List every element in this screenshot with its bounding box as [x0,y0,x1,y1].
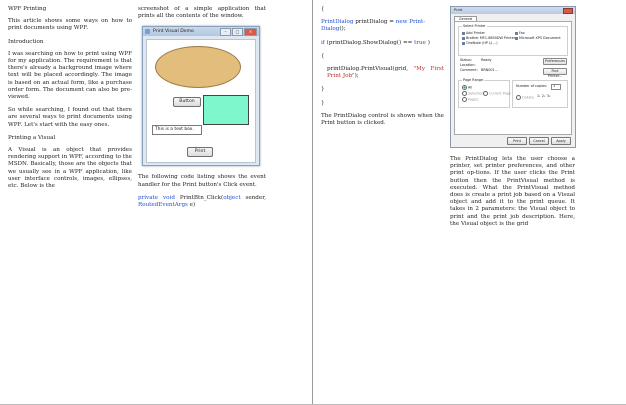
left-page: WPF Printing This article shows some way… [0,0,312,405]
code-text: (printDialog.ShowDialog() [326,39,402,46]
minimize-icon[interactable]: – [220,28,231,37]
printer-list-item[interactable]: Microsoft XPS Document [515,36,561,40]
left-page-column-1: WPF Printing This article shows some way… [8,6,132,196]
printer-list-item[interactable]: Add Printer [462,31,485,35]
code-type: PrintDialog [321,19,354,26]
app-icon [145,29,150,35]
code-text: ); [354,73,359,80]
radio-current-page[interactable]: Current Page [483,91,511,96]
code-handler-signature: private void PrintBtn_Click(object sende… [138,195,266,209]
paragraph-requirement: I was searching on how to print using WP… [8,50,132,101]
printer-list-item[interactable]: Brother MFC-8890DW Printer [462,36,515,40]
heading-printing-visual: Printing a Visual [8,134,56,141]
preferences-button[interactable]: Preferences [543,58,567,65]
window-title: Print Visual Demo [153,29,194,35]
paragraph-screenshot-intro: screenshot of a simple application that … [138,6,266,20]
code-keyword: new [395,19,408,26]
status-value: Ready [481,58,492,62]
print-visual-demo-window: Print Visual Demo – □ × Button This is a… [142,26,260,167]
code-text: ) [427,39,430,46]
intro-paragraph: This article shows some ways on how to p… [8,18,132,32]
maximize-icon[interactable]: □ [232,28,243,37]
collate-checkbox[interactable]: Collate [516,95,534,100]
code-line-if: if (printDialog.ShowDialog() == true ) [321,40,444,47]
copies-value: 1 [553,84,556,88]
code-text: (); [339,26,346,33]
copies-label: Number of copies: [516,84,548,88]
demo-button[interactable]: Button [173,97,201,108]
code-keyword: true [414,39,426,46]
window-titlebar: Print Visual Demo – □ × [143,27,259,37]
code-brace: { [321,6,325,12]
code-type: Print- [409,19,426,26]
code-brace: } [321,99,325,106]
page-divider [312,0,313,405]
code-text: sender, [245,194,267,201]
ellipse-shape [155,46,241,89]
code-line-printvisual: printDialog.PrintVisual(grid, "My First … [321,66,444,80]
demo-textbox[interactable]: This is a text box. [152,125,202,136]
group-copies: Number of copies: 1 Collate 1₁ 2₂ 3₃ [512,80,568,108]
close-icon[interactable]: × [244,28,257,37]
paragraph-visual: A Visual is an object that provides rend… [8,147,132,190]
paragraph-ways: So while searching, I found out that the… [8,107,132,128]
paragraph-printdialog-shown: The PrintDialog control is shown when th… [321,112,444,127]
code-keyword: if [321,39,325,46]
window-content: Button This is a text box. Print [146,39,256,164]
code-type: RoutedEventArgs [138,202,188,209]
paragraph-listing: The following code listing shows the eve… [138,174,266,188]
code-keyword: void [163,194,175,201]
radio-pages[interactable]: Pages: [462,97,479,102]
code-brace: { [321,52,325,59]
dialog-apply-button[interactable]: Apply [551,137,571,145]
collate-illustration-icon: 1₁ 2₂ 3₃ [537,94,551,98]
dialog-title: Print [454,8,463,12]
left-page-column-2: screenshot of a simple application that … [138,6,266,215]
print-button[interactable]: Print [187,147,213,158]
group-select-printer: Select Printer Add Printer Brother MFC-8… [458,24,568,56]
code-text: PrintBtn_Click( [179,194,224,201]
code-text: = [389,19,394,26]
dialog-print-button[interactable]: Print [507,137,527,145]
code-type: Dialog [321,26,340,33]
right-page-column-2: Print General Select Printer Add Printer… [450,6,576,234]
group-label: Page Range [462,78,485,83]
dialog-titlebar: Print [451,7,575,14]
paragraph-printdialog-explanation: The PrintDialog lets the user choose a p… [450,156,575,227]
comment-label: Comment: [460,68,478,72]
dialog-cancel-button[interactable]: Cancel [529,137,549,145]
code-brace: } [321,86,325,93]
dialog-general-panel: Select Printer Add Printer Brother MFC-8… [454,21,572,135]
green-rectangle [203,95,249,126]
book-spread: WPF Printing This article shows some way… [0,0,626,405]
code-text: printDialog.PrintVisual(grid, [327,66,409,73]
group-page-range: Page Range All Selection Current Page Pa… [458,78,511,108]
right-page-column-1: { PrintDialog printDialog = new Print- D… [321,6,444,133]
group-label: Select Printer [462,24,487,29]
code-keyword: object [223,194,241,201]
heading-introduction: Introduction [8,38,44,45]
radio-selection[interactable]: Selection [462,91,484,96]
printer-list-item[interactable]: Fax [515,31,525,35]
code-text: printDialog [355,19,388,26]
find-printer-button[interactable]: Find Printer... [543,68,567,78]
location-label: Location: [460,63,476,67]
comment-value: BRN001... [481,68,498,72]
status-label: Status: [460,58,472,62]
code-line-printdialog: PrintDialog printDialog = new Print- Dia… [321,19,444,33]
code-text: e) [189,202,196,209]
print-dialog-screenshot: Print General Select Printer Add Printer… [450,6,576,148]
radio-all[interactable]: All [462,85,472,90]
printer-list-item[interactable]: OneNote (HP LJ ...) [462,41,498,45]
window-controls: – □ × [220,28,257,37]
code-text: == [402,39,413,46]
close-icon[interactable] [563,8,573,14]
article-title: WPF Printing [8,6,47,12]
code-keyword: private [138,194,159,201]
